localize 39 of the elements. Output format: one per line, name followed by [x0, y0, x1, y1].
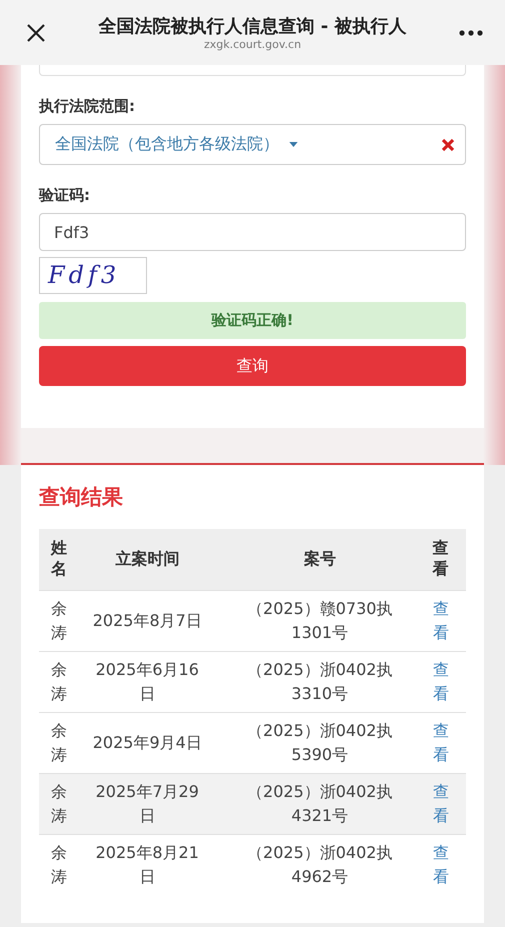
- table-cell-text: 余涛: [51, 842, 68, 888]
- table-cell-text: 余涛: [51, 658, 68, 704]
- captcha-field[interactable]: Fdf3: [39, 213, 466, 251]
- field-label: 执行法院范围:: [39, 97, 136, 116]
- table-cell-text: （2025）浙0402执3310号: [246, 658, 394, 704]
- table-cell-text: （2025）赣0730执1301号: [246, 598, 394, 644]
- view-link[interactable]: 查看: [432, 658, 450, 706]
- column-header: 立案时间: [81, 529, 214, 590]
- view-link[interactable]: 查看: [432, 840, 450, 889]
- page-title: 全国法院被执行人信息查询 - 被执行人: [98, 15, 406, 38]
- caret-icon: [289, 142, 298, 147]
- table-cell-text: 2025年8月7日: [92, 610, 202, 632]
- input-field[interactable]: [39, 65, 466, 76]
- table-cell-text: （2025）浙0402执5390号: [246, 720, 394, 766]
- success-message: 验证码正确!: [39, 302, 466, 339]
- table-cell-text: 2025年8月21日: [94, 842, 200, 888]
- close-icon[interactable]: [26, 22, 46, 42]
- table-cell-text: 余涛: [51, 780, 68, 826]
- table-cell-text: 2025年9月4日: [92, 732, 202, 754]
- table-cell-text: 2025年7月29日: [94, 780, 200, 826]
- column-header: 查看: [426, 529, 466, 590]
- column-header: 姓名: [39, 529, 81, 590]
- query-button[interactable]: 查询: [39, 346, 466, 386]
- field-label: 验证码:: [39, 186, 91, 205]
- table-cell-text: 2025年6月16日: [94, 658, 200, 704]
- column-header: 案号: [214, 529, 426, 590]
- captcha-image[interactable]: Fdf3: [39, 257, 147, 294]
- results-title: 查询结果: [39, 484, 124, 511]
- more-icon[interactable]: [459, 30, 483, 36]
- table-cell-text: 余涛: [51, 720, 68, 766]
- court-select[interactable]: 全国法院（包含地方各级法院）: [39, 124, 466, 165]
- view-link[interactable]: 查看: [432, 780, 450, 828]
- table-cell-text: （2025）浙0402执4321号: [246, 780, 394, 826]
- table-cell-text: （2025）浙0402执4962号: [246, 842, 394, 888]
- view-link[interactable]: 查看: [432, 596, 450, 644]
- clear-icon[interactable]: [441, 138, 455, 152]
- table-cell-text: 余涛: [51, 598, 68, 644]
- page-url: zxgk.court.gov.cn: [204, 38, 302, 51]
- view-link[interactable]: 查看: [432, 718, 450, 766]
